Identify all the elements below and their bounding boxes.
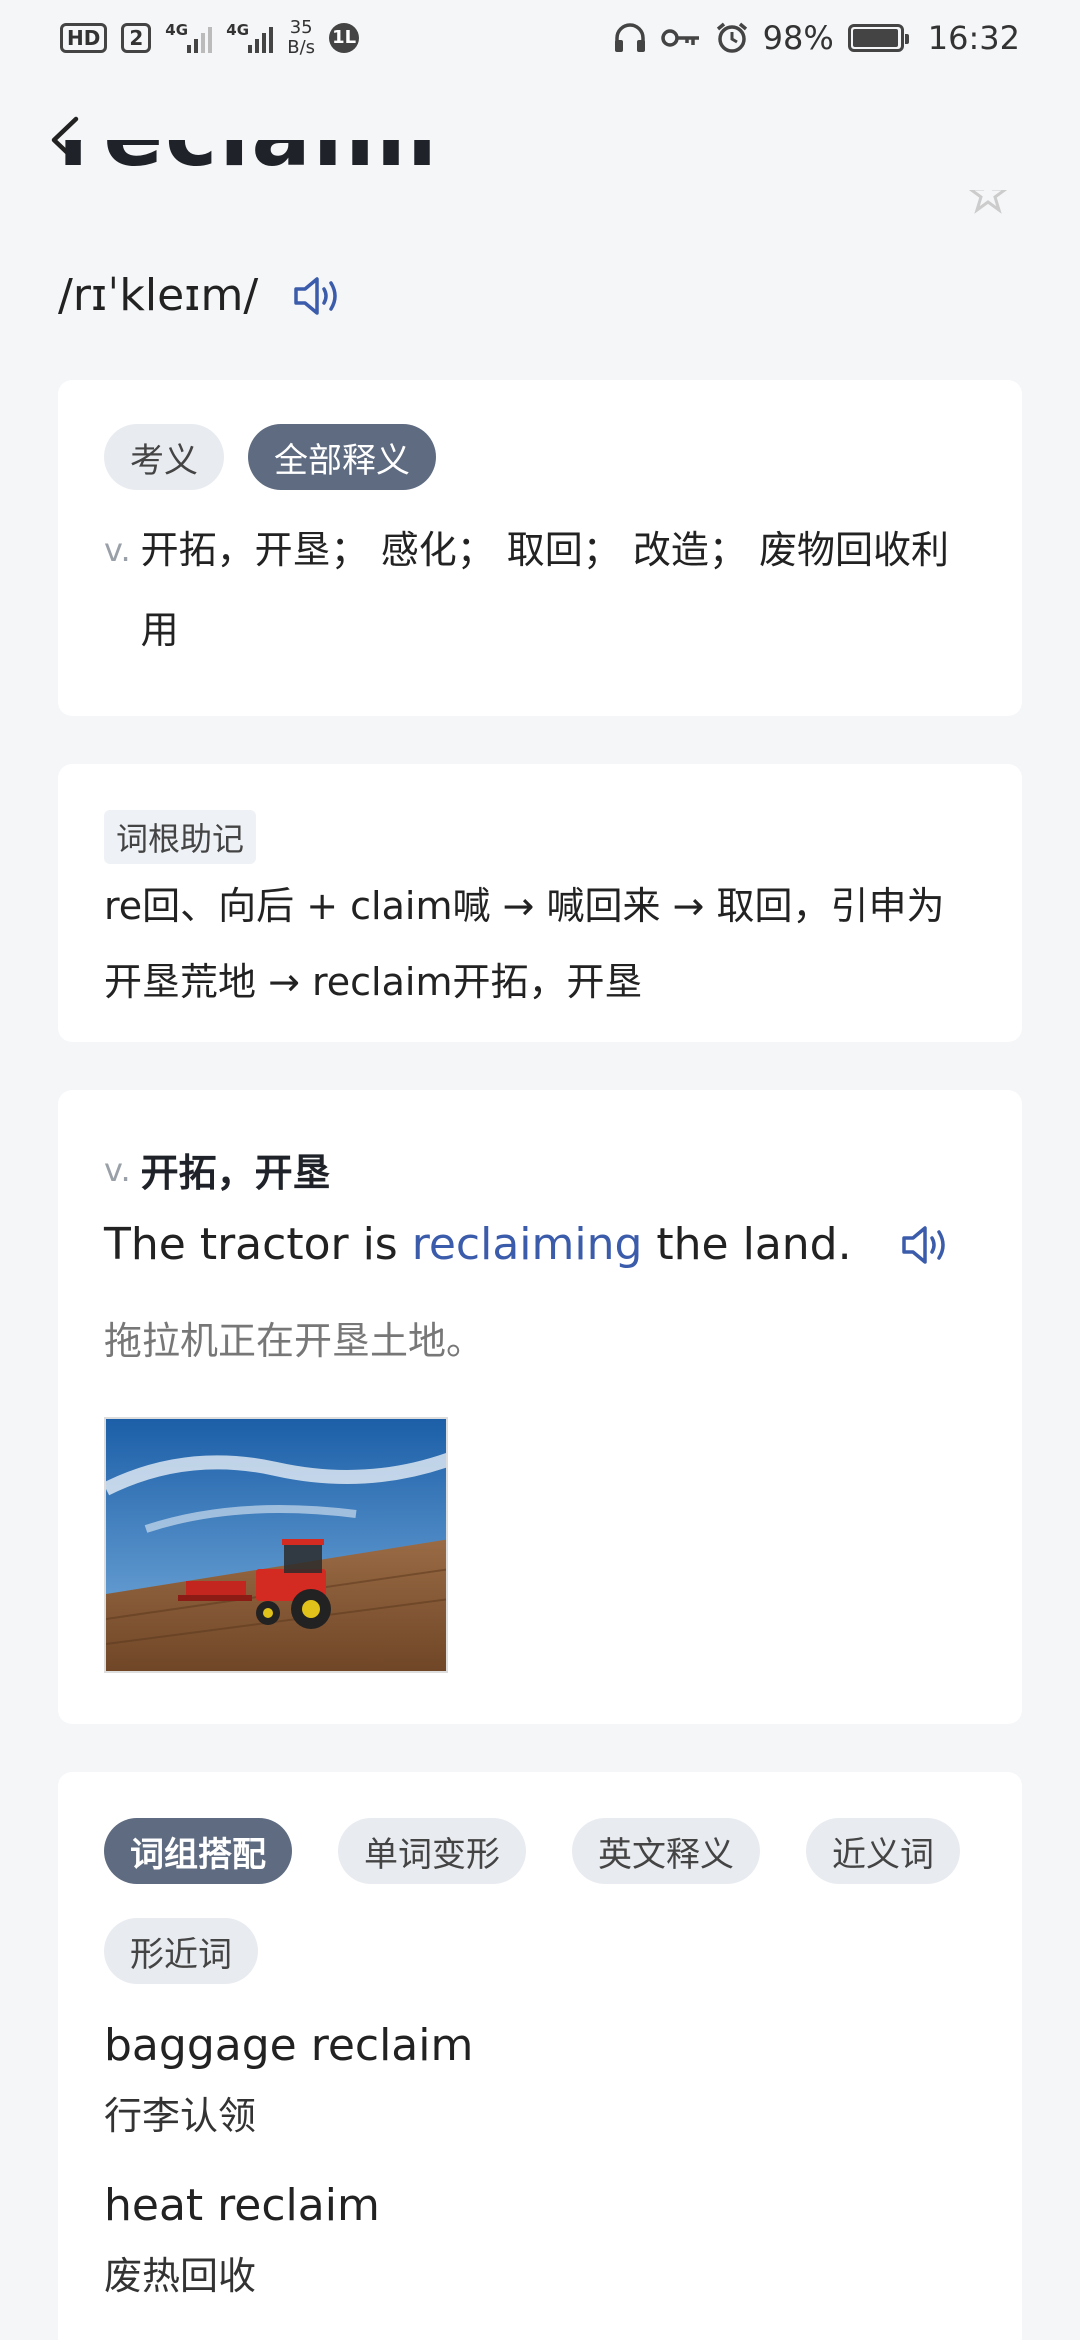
example-card: v. 开拓，开垦 The tractor is reclaiming the l…: [58, 1090, 1022, 1724]
example-keyword: reclaiming: [411, 1219, 643, 1270]
definition-row: v. 开拓，开垦； 感化； 取回； 改造； 废物回收利用: [104, 510, 976, 670]
root-mnemonic-tag: 词根助记: [104, 810, 257, 864]
star-icon: [968, 190, 1008, 214]
tab-synonyms[interactable]: 近义词: [806, 1818, 960, 1884]
battery-percent: 98%: [762, 18, 834, 57]
part-of-speech: v.: [104, 531, 131, 569]
example-sentence-row: The tractor is reclaiming the land.: [104, 1219, 976, 1270]
headphones-icon: [614, 22, 645, 52]
signal-icon-2: 4G: [226, 20, 274, 53]
signal-icon: 4G: [165, 20, 213, 53]
phrase-english: heat reclaim: [104, 2180, 380, 2231]
speed-value: 35: [289, 16, 313, 38]
phrase-chinese: 废热回收: [104, 2254, 257, 2298]
example-sentence-start: The tractor is: [104, 1219, 412, 1270]
phrase-item[interactable]: baggage reclaim 行李认领: [104, 2020, 976, 2140]
example-translation: 拖拉机正在开垦土地。: [104, 1319, 485, 1363]
phrase-item[interactable]: heat reclaim 废热回收: [104, 2180, 976, 2300]
favorite-star-icon[interactable]: [968, 190, 1008, 214]
status-bar: HD 2 4G 4G 35 B/s 1L 98% 16:32: [0, 0, 1080, 75]
phrase-chinese: 行李认领: [104, 2094, 257, 2138]
tab-word-forms[interactable]: 单词变形: [338, 1818, 526, 1884]
pronounce-button[interactable]: [292, 273, 346, 319]
notification-badge: 1L: [329, 22, 360, 53]
phonetic: /rɪˈkleɪm/: [58, 270, 259, 321]
battery-icon: [847, 23, 909, 52]
meaning-card: 考义 全部释义 v. 开拓，开垦； 感化； 取回； 改造； 废物回收利用: [58, 380, 1022, 716]
network-speed: 35 B/s: [287, 16, 316, 58]
network-type: 4G: [165, 20, 189, 39]
meaning-tabs: 考义 全部释义: [104, 424, 976, 490]
status-right: 98% 16:32: [613, 19, 1020, 57]
clock: 16:32: [927, 18, 1020, 57]
sim-indicator: 2: [121, 22, 152, 53]
example-sentence: The tractor is reclaiming the land.: [104, 1219, 852, 1270]
tractor-image: [106, 1419, 446, 1671]
tab-exam-meaning[interactable]: 考义: [104, 424, 224, 490]
phrases-card: 词组搭配 单词变形 英文释义 近义词 形近词 baggage reclaim 行…: [58, 1772, 1022, 2340]
root-mnemonic-text: re回、向后 + claim喊 → 喊回来 → 取回，引申为开垦荒地 → rec…: [104, 884, 945, 1004]
alarm-icon: [716, 22, 747, 53]
phrase-tabs: 词组搭配 单词变形 英文释义 近义词 形近词: [104, 1818, 1004, 1984]
key-icon: [660, 28, 699, 47]
example-sentence-end: the land.: [642, 1219, 852, 1270]
network-type-2: 4G: [226, 20, 250, 39]
example-meaning: 开拓，开垦: [140, 1151, 331, 1195]
example-image[interactable]: [104, 1417, 448, 1673]
headword: reclaim: [58, 90, 439, 180]
example-pronounce-button[interactable]: [900, 1222, 954, 1268]
speed-unit: B/s: [287, 36, 316, 58]
tab-similar-words[interactable]: 形近词: [104, 1918, 258, 1984]
definition-text: 开拓，开垦； 感化； 取回； 改造； 废物回收利用: [140, 528, 949, 652]
example-pos: v.: [104, 1150, 131, 1189]
tab-english-definition[interactable]: 英文释义: [572, 1818, 760, 1884]
tab-phrases[interactable]: 词组搭配: [104, 1818, 292, 1884]
phrase-english: baggage reclaim: [104, 2020, 474, 2071]
speaker-icon: [902, 1225, 945, 1264]
root-mnemonic-card: 词根助记 re回、向后 + claim喊 → 喊回来 → 取回，引申为开垦荒地 …: [58, 764, 1022, 1042]
phonetic-row: /rɪˈkleɪm/: [58, 270, 346, 321]
hd-indicator: HD: [60, 22, 108, 53]
status-left: HD 2 4G 4G 35 B/s 1L: [60, 16, 360, 58]
example-meaning-row: v. 开拓，开垦: [104, 1142, 976, 1197]
speaker-icon: [294, 276, 337, 315]
tab-all-meanings[interactable]: 全部释义: [248, 424, 436, 490]
